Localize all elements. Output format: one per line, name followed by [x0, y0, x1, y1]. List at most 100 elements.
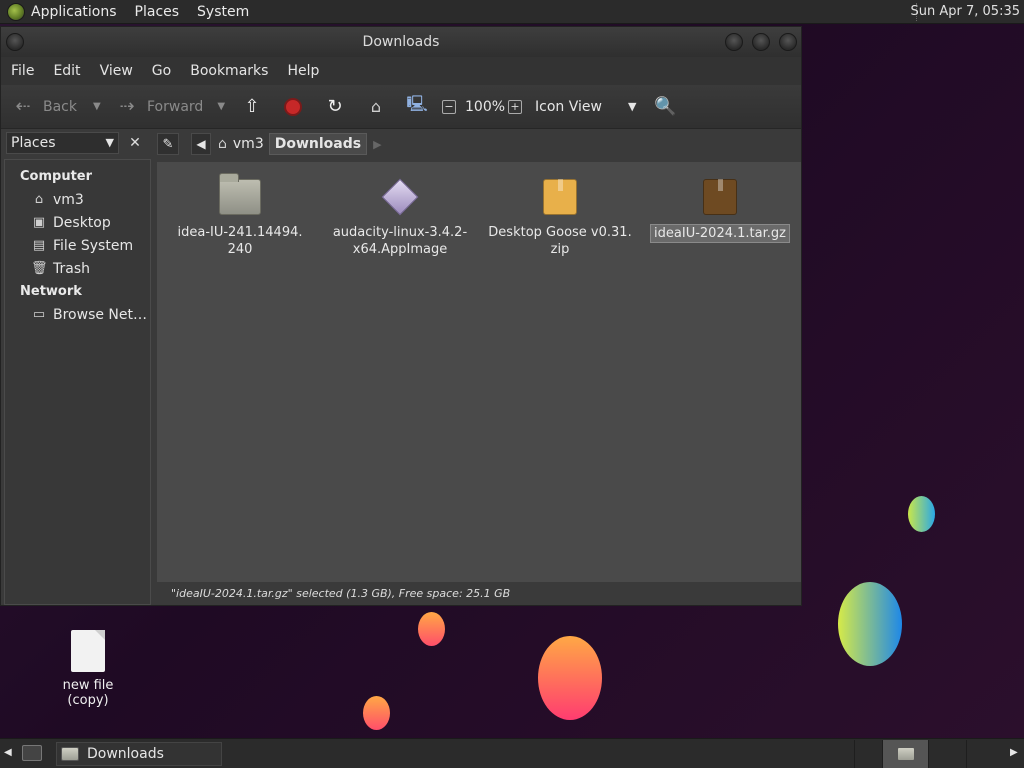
zoom-out-button[interactable]: −	[442, 99, 456, 114]
places-menu[interactable]: Places	[135, 4, 180, 20]
menu-file[interactable]: File	[11, 63, 34, 79]
sidebar-item-label: vm3	[53, 191, 84, 208]
chevron-left-icon: ◀	[196, 137, 206, 151]
menu-view[interactable]: View	[100, 63, 133, 79]
file-item-tar-gz[interactable]: ideaIU-2024.1.tar.gz	[645, 174, 795, 243]
sidebar-header: Places ▼ ✕	[6, 131, 146, 155]
file-name-line: 240	[227, 242, 253, 257]
wallpaper-bubble	[363, 696, 390, 730]
show-desktop-chevron-icon[interactable]: ◀	[4, 747, 12, 758]
sidebar-item-desktop[interactable]: ▣ Desktop	[5, 211, 150, 234]
desktop-icon: ▣	[32, 215, 46, 230]
sidebar-item-label: File System	[53, 237, 134, 254]
breadcrumb-label: vm3	[232, 136, 264, 152]
maximize-button[interactable]	[752, 33, 770, 51]
minimize-button[interactable]	[725, 33, 743, 51]
reload-icon[interactable]: ↻	[324, 96, 346, 117]
file-name-line: idea-IU-241.14494.	[177, 225, 303, 240]
wallpaper-bubble	[838, 582, 902, 666]
file-name: audacity-linux-3.4.2- x64.AppImage	[325, 224, 475, 258]
file-name-line: ideaIU-2024.1.tar.gz	[650, 224, 790, 243]
menu-bookmarks[interactable]: Bookmarks	[190, 63, 268, 79]
back-arrow-icon: ⇠	[15, 96, 31, 117]
breadcrumb-vm3[interactable]: ⌂ vm3	[213, 133, 269, 155]
file-item-folder[interactable]: idea-IU-241.14494. 240	[165, 173, 315, 258]
back-button[interactable]: ⇠ Back ▼	[11, 96, 101, 117]
sidebar-item-browse-network[interactable]: ▭ Browse Net…	[5, 303, 150, 326]
taskbar-button-downloads[interactable]: Downloads	[56, 742, 222, 766]
path-scroll-right-icon[interactable]: ▶	[373, 138, 381, 151]
close-button[interactable]	[779, 33, 797, 51]
distro-logo-icon[interactable]	[7, 2, 25, 21]
toggle-location-entry-button[interactable]: ✎	[157, 133, 179, 155]
home-icon[interactable]: ⌂	[365, 97, 387, 116]
trash-icon: 🗑	[31, 261, 48, 276]
show-desktop-icon[interactable]	[22, 745, 42, 761]
archive-icon	[645, 174, 795, 220]
menubar: File Edit View Go Bookmarks Help	[1, 57, 801, 85]
wallpaper-bubble	[908, 496, 935, 532]
sidebar-places-label: Places	[11, 135, 56, 151]
file-name-line: x64.AppImage	[352, 242, 448, 257]
sidebar-item-label: Trash	[53, 260, 90, 277]
stop-icon[interactable]	[284, 97, 302, 116]
bottom-panel: ◀ Downloads ▶	[0, 738, 1024, 768]
home-icon: ⌂	[218, 136, 227, 152]
zoom-in-icon: +	[508, 99, 522, 114]
zoom-level: 100%	[465, 98, 506, 115]
sidebar: Computer ⌂ vm3 ▣ Desktop ▤ File System 🗑…	[4, 159, 151, 605]
archive-icon	[485, 174, 635, 220]
menu-go[interactable]: Go	[152, 63, 171, 79]
sidebar-item-vm3[interactable]: ⌂ vm3	[5, 188, 150, 211]
file-name: ideaIU-2024.1.tar.gz	[645, 224, 795, 243]
workspace-2[interactable]	[882, 740, 928, 768]
system-menu[interactable]: System	[197, 4, 249, 20]
computer-icon[interactable]: 🖳	[405, 93, 429, 120]
forward-button[interactable]: ⇢ Forward ▼	[115, 96, 225, 117]
sidebar-item-file-system[interactable]: ▤ File System	[5, 234, 150, 257]
view-mode-select[interactable]: Icon View ▼	[535, 99, 636, 115]
clock[interactable]: Sun Apr 7, 05:35	[911, 4, 1020, 19]
stop-circle-icon	[284, 97, 302, 116]
chevron-down-icon: ▼	[105, 136, 114, 149]
appimage-icon	[325, 174, 475, 220]
sidebar-heading-network: Network	[20, 284, 82, 299]
menu-edit[interactable]: Edit	[53, 63, 80, 79]
close-sidebar-icon[interactable]: ✕	[125, 135, 145, 151]
up-arrow-icon[interactable]: ⇧	[241, 96, 263, 117]
window-titlebar[interactable]: Downloads	[1, 27, 801, 57]
edit-location-icon: ✎	[162, 136, 174, 152]
sidebar-item-label: Desktop	[53, 214, 111, 231]
file-item-zip[interactable]: Desktop Goose v0.31. zip	[485, 174, 635, 258]
sidebar-item-trash[interactable]: 🗑 Trash	[5, 257, 150, 280]
view-mode-label: Icon View	[535, 98, 602, 115]
drive-icon: ▤	[32, 238, 46, 253]
file-item-appimage[interactable]: audacity-linux-3.4.2- x64.AppImage	[325, 174, 475, 258]
sidebar-places-select[interactable]: Places ▼	[6, 132, 119, 154]
breadcrumb-downloads[interactable]: Downloads	[268, 133, 368, 155]
path-scroll-left-button[interactable]: ◀	[191, 133, 211, 155]
search-icon[interactable]: 🔍	[654, 96, 676, 117]
zoom-out-icon: −	[442, 99, 456, 114]
network-icon: ▭	[32, 307, 46, 322]
wallpaper-bubble	[538, 636, 602, 720]
forward-history-dropdown[interactable]: ▼	[217, 101, 225, 112]
sidebar-heading-computer: Computer	[20, 169, 93, 184]
menu-help[interactable]: Help	[287, 63, 319, 79]
window-menu-icon[interactable]	[6, 33, 24, 51]
folder-icon	[61, 747, 79, 761]
workspace-4[interactable]	[966, 740, 1012, 768]
chevron-down-icon: ▼	[627, 100, 637, 113]
location-pathbar: ✎ ◀ ⌂ vm3 Downloads ▶	[157, 131, 797, 157]
folder-icon	[165, 173, 315, 220]
taskbar-label: Downloads	[87, 746, 164, 762]
applications-menu[interactable]: Applications	[31, 4, 117, 20]
file-icon-view[interactable]: idea-IU-241.14494. 240 audacity-linux-3.…	[157, 162, 801, 582]
desktop-icon-label: new file (copy)	[62, 678, 114, 708]
status-bar: "ideaIU-2024.1.tar.gz" selected (1.3 GB)…	[157, 583, 801, 605]
zoom-in-button[interactable]: +	[508, 99, 522, 114]
file-name-line: zip	[550, 242, 570, 257]
chevron-right-icon[interactable]: ▶	[1010, 747, 1018, 758]
back-history-dropdown[interactable]: ▼	[93, 101, 101, 112]
desktop-icon-new-file[interactable]: new file (copy)	[40, 630, 136, 708]
